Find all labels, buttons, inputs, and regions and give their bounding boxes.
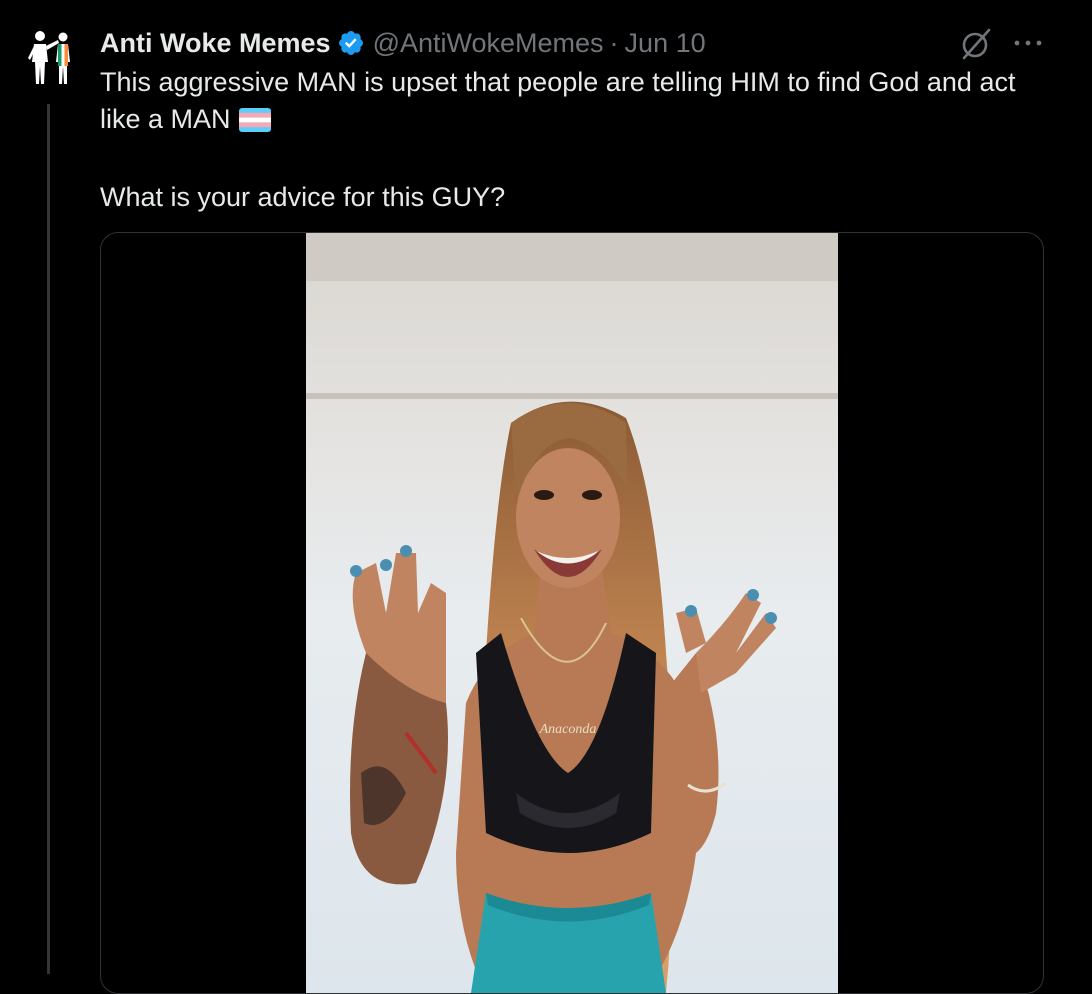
verified-badge-icon[interactable]: [337, 29, 365, 57]
tweet-date[interactable]: Jun 10: [625, 28, 706, 59]
thread-line: [47, 104, 50, 974]
necklace-text: Anaconda: [539, 722, 597, 737]
display-name[interactable]: Anti Woke Memes: [100, 28, 331, 59]
avatar-silhouette-icon: [28, 31, 70, 84]
video-frame[interactable]: Anaconda: [306, 233, 838, 993]
transgender-flag-icon: [238, 105, 271, 142]
more-options-icon[interactable]: [1011, 30, 1045, 56]
handle[interactable]: @AntiWokeMemes: [373, 28, 604, 59]
tweet-header: Anti Woke Memes @AntiWokeMemes · Jun 10: [100, 26, 706, 60]
tweet-text: This aggressive MAN is upset that people…: [100, 64, 1030, 216]
grok-icon[interactable]: [958, 26, 994, 62]
avatar[interactable]: [22, 28, 78, 90]
separator-dot: ·: [609, 27, 619, 58]
tweet-text-line1: This aggressive MAN is upset that people…: [100, 67, 1016, 134]
video-thumbnail: Anaconda: [306, 233, 838, 993]
tweet-text-line2: What is your advice for this GUY?: [100, 182, 506, 212]
media-card[interactable]: Anaconda: [100, 232, 1044, 994]
